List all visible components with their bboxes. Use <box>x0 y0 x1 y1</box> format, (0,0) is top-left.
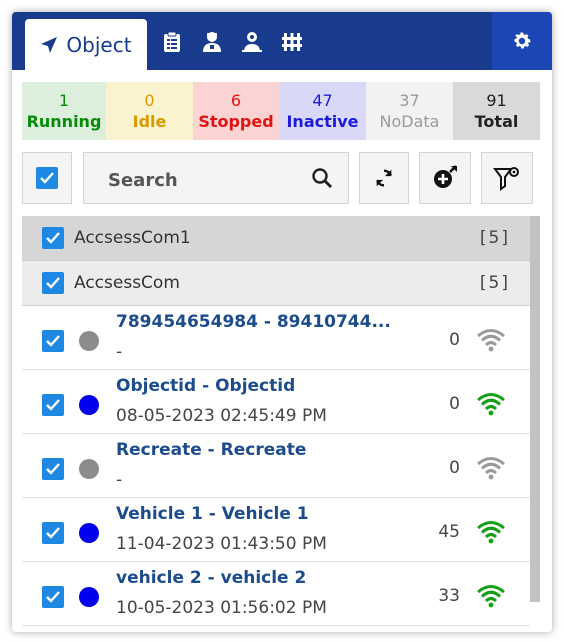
status-stopped[interactable]: 6 Stopped <box>193 82 279 140</box>
object-title[interactable]: 789454654984 - 89410744... <box>116 312 391 332</box>
check-icon <box>46 527 60 539</box>
tab-poi[interactable] <box>240 30 264 54</box>
status-nodata[interactable]: 37 NoData <box>366 82 453 140</box>
list-item[interactable]: 789454654984 - 89410744... - 0 <box>22 306 530 370</box>
group-name: AccsessCom1 <box>74 228 191 248</box>
checkbox-checked[interactable] <box>42 227 64 249</box>
object-title[interactable]: Recreate - Recreate <box>116 440 306 460</box>
object-speed: 0 <box>449 330 460 350</box>
status-summary: 1 Running 0 Idle 6 Stopped 47 Inactive 3… <box>22 82 540 140</box>
subgroup-header[interactable]: AccsessCom [5] <box>22 261 530 306</box>
status-count: 47 <box>312 91 333 110</box>
clipboard-list-icon <box>164 31 180 52</box>
status-count: 37 <box>399 91 420 110</box>
settings-button[interactable] <box>492 12 552 70</box>
check-icon <box>46 232 60 244</box>
object-speed: 45 <box>438 522 460 542</box>
status-label: Running <box>26 112 102 131</box>
list-scrollbar[interactable] <box>530 216 540 602</box>
search-icon[interactable] <box>310 166 334 190</box>
object-last-update: 11-04-2023 01:43:50 PM <box>116 534 327 554</box>
list-item[interactable]: Objectid - Objectid 08-05-2023 02:45:49 … <box>22 370 530 434</box>
check-icon <box>46 335 60 347</box>
add-location-icon <box>434 165 457 188</box>
tab-object[interactable]: Object <box>25 19 147 70</box>
group-header[interactable]: AccsessCom1 [5] <box>22 216 530 261</box>
object-title[interactable]: Objectid - Objectid <box>116 376 295 396</box>
check-icon <box>46 399 60 411</box>
checkbox-checked <box>36 167 58 189</box>
object-last-update: 08-05-2023 02:45:49 PM <box>116 406 327 426</box>
status-label: Idle <box>132 112 167 131</box>
check-icon <box>46 277 60 289</box>
tab-geofence[interactable] <box>280 30 304 54</box>
check-icon <box>46 463 60 475</box>
fence-icon <box>282 33 302 51</box>
status-label: Stopped <box>198 112 274 131</box>
check-icon <box>46 591 60 603</box>
status-label: Total <box>474 112 519 131</box>
filter-gear-icon <box>493 167 519 191</box>
checkbox-checked[interactable] <box>42 586 64 608</box>
checkbox-checked[interactable] <box>42 272 64 294</box>
group-count: [5] <box>479 273 510 293</box>
list-item[interactable]: Recreate - Recreate - 0 <box>22 434 530 498</box>
status-total[interactable]: 91 Total <box>453 82 540 140</box>
check-icon <box>40 172 54 184</box>
status-count: 91 <box>486 91 507 110</box>
refresh-button[interactable] <box>359 152 409 204</box>
driver-person-icon <box>203 32 221 52</box>
status-dot <box>79 459 99 479</box>
signal-icon <box>477 329 505 352</box>
signal-icon <box>477 521 505 544</box>
object-last-update: 10-05-2023 01:56:02 PM <box>116 598 327 618</box>
list-item[interactable]: vehicle 2 - vehicle 2 10-05-2023 01:56:0… <box>22 562 530 626</box>
object-title[interactable]: Vehicle 1 - Vehicle 1 <box>116 504 309 524</box>
tab-drivers[interactable] <box>200 30 224 54</box>
status-label: NoData <box>379 112 440 131</box>
object-last-update: - <box>116 470 123 490</box>
signal-icon <box>477 393 505 416</box>
gear-icon <box>514 32 531 49</box>
object-last-update: - <box>116 342 123 362</box>
checkbox-checked[interactable] <box>42 330 64 352</box>
search-input[interactable] <box>106 166 310 194</box>
group-name: AccsessCom <box>74 273 180 293</box>
location-person-icon <box>242 32 262 52</box>
add-object-button[interactable] <box>419 152 471 204</box>
toolbar <box>22 152 540 204</box>
select-all-checkbox[interactable] <box>22 152 72 204</box>
status-count: 1 <box>58 91 70 110</box>
status-idle[interactable]: 0 Idle <box>106 82 193 140</box>
object-speed: 0 <box>449 458 460 478</box>
checkbox-checked[interactable] <box>42 522 64 544</box>
object-list: AccsessCom1 [5] AccsessCom [5] 789454654… <box>22 216 530 632</box>
group-count: [5] <box>479 228 510 248</box>
object-title[interactable]: vehicle 2 - vehicle 2 <box>116 568 306 588</box>
checkbox-checked[interactable] <box>42 458 64 480</box>
refresh-icon <box>376 169 392 187</box>
status-dot <box>79 523 99 543</box>
status-label: Inactive <box>286 112 359 131</box>
checkbox-checked[interactable] <box>42 394 64 416</box>
tab-object-label: Object <box>66 32 132 57</box>
filter-settings-button[interactable] <box>481 152 533 204</box>
list-item[interactable]: Vehicle 1 - Vehicle 1 11-04-2023 01:43:5… <box>22 498 530 562</box>
status-inactive[interactable]: 47 Inactive <box>279 82 366 140</box>
navigation-arrow-icon <box>41 36 58 53</box>
object-speed: 33 <box>438 586 460 606</box>
signal-icon <box>477 585 505 608</box>
status-dot <box>79 395 99 415</box>
object-speed: 0 <box>449 394 460 414</box>
status-count: 0 <box>144 91 155 110</box>
top-tab-bar: Object <box>12 12 552 70</box>
object-panel: Object 1 Running 0 Idle 6 Stopped 47 Ina… <box>12 12 552 632</box>
status-dot <box>79 331 99 351</box>
search-box <box>83 152 349 204</box>
tab-reports[interactable] <box>160 30 184 54</box>
signal-icon <box>477 457 505 480</box>
status-count: 6 <box>230 91 242 110</box>
status-dot <box>79 587 99 607</box>
status-running[interactable]: 1 Running <box>22 82 106 140</box>
